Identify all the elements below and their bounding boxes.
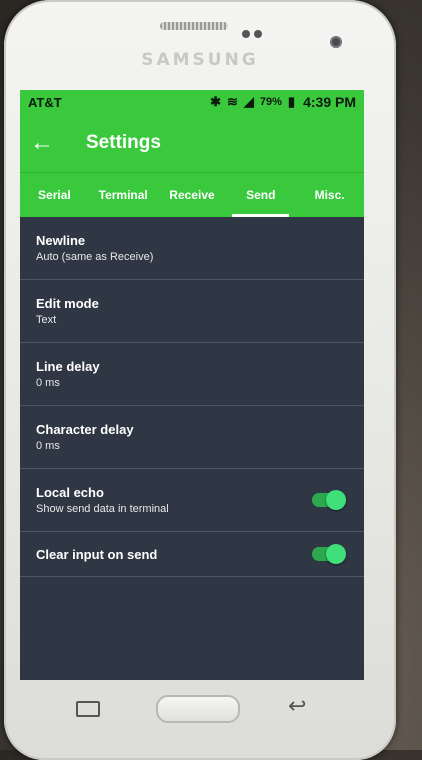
setting-character-delay[interactable]: Character delay 0 ms [20,406,364,469]
home-button[interactable] [156,695,240,723]
speaker-grille [160,22,228,30]
signal-icon: ◢ [243,94,254,109]
toggle-knob [326,544,346,564]
screen: AT&T ✱ ≋ ◢ 79% ▮ 4:39 PM ← Settings Seri… [20,90,364,680]
wifi-icon: ≋ [226,94,238,109]
page-title: Settings [86,132,161,153]
settings-list: Newline Auto (same as Receive) Edit mode… [20,217,364,577]
tab-serial[interactable]: Serial [20,173,89,217]
setting-value: 0 ms [36,377,60,389]
setting-edit-mode[interactable]: Edit mode Text [20,280,364,343]
setting-clear-input[interactable]: Clear input on send [20,532,364,577]
local-echo-toggle[interactable] [312,490,346,510]
toggle-knob [326,490,346,510]
setting-label: Character delay [36,422,134,437]
setting-label: Clear input on send [36,546,158,562]
arrow-left-icon[interactable]: ← [20,129,64,157]
setting-label: Line delay [36,359,100,374]
battery-label: 79% [259,96,282,108]
setting-local-echo[interactable]: Local echo Show send data in terminal [20,469,364,532]
back-icon[interactable]: ↩ [288,693,306,719]
recent-apps-icon[interactable] [76,701,100,717]
tab-bar: Serial Terminal Receive Send Misc. [20,172,364,217]
setting-label: Newline [36,233,86,248]
tab-receive[interactable]: Receive [158,173,227,217]
setting-label: Local echo [36,485,104,500]
setting-value: Text [36,314,57,326]
brand-logo: SAMSUNG [141,50,259,70]
tab-misc[interactable]: Misc. [295,173,364,217]
hardware-nav: ↩ [4,685,396,735]
bluetooth-icon: ✱ [210,94,221,109]
clock: 4:39 PM [303,94,356,110]
carrier-label: AT&T [28,94,62,110]
clear-input-toggle[interactable] [312,544,346,564]
setting-value: 0 ms [36,440,60,452]
setting-label: Edit mode [36,296,99,311]
setting-newline[interactable]: Newline Auto (same as Receive) [20,217,364,280]
setting-line-delay[interactable]: Line delay 0 ms [20,343,364,406]
front-camera [330,36,342,48]
battery-icon: ▮ [287,94,296,109]
status-bar: AT&T ✱ ≋ ◢ 79% ▮ 4:39 PM [20,90,364,114]
app-bar: ← Settings [20,114,364,172]
tab-terminal[interactable]: Terminal [89,173,158,217]
setting-value: Show send data in terminal [36,503,169,515]
sensor-dot [242,30,250,38]
tab-send[interactable]: Send [226,173,295,217]
phone-body: SAMSUNG AT&T ✱ ≋ ◢ 79% ▮ 4:39 PM ← Setti… [4,0,396,760]
setting-value: Auto (same as Receive) [36,251,154,263]
sensor-dot [254,30,262,38]
